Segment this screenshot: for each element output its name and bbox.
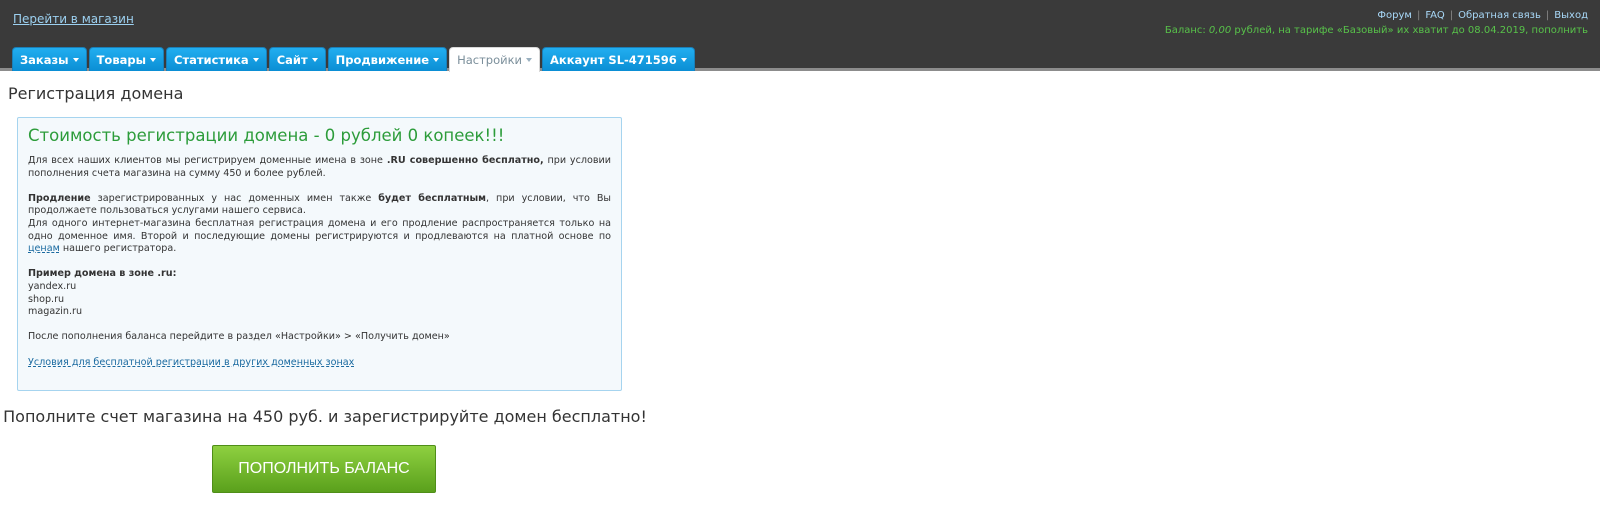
top-up-balance-button[interactable]: ПОПОЛНИТЬ БАЛАНС (212, 445, 436, 493)
tab-label: Сайт (276, 52, 308, 67)
example-domain: magazin.ru (28, 306, 83, 318)
text-bold: : (172, 268, 177, 280)
balance-info[interactable]: Баланс: 0,00 рублей, на тарифе «Базовый»… (1165, 25, 1588, 36)
caret-down-icon (150, 57, 156, 62)
caret-down-icon (433, 57, 440, 62)
caret-down-icon (680, 57, 687, 62)
promo-text: Пополните счет магазина на 450 руб. и за… (3, 407, 647, 426)
balance-suffix: рублей, на тарифе «Базовый» их хватит до… (1231, 25, 1588, 36)
balance-prefix: Баланс: (1164, 25, 1209, 36)
tab-label: Статистика (174, 52, 249, 67)
text: нашего регистратора. (59, 243, 177, 255)
separator: | (1545, 10, 1550, 21)
tab-orders[interactable]: Заказы (12, 47, 87, 71)
forum-link[interactable]: Форум (1377, 10, 1412, 21)
example-domain: yandex.ru (28, 280, 77, 292)
faq-link[interactable]: FAQ (1425, 10, 1444, 21)
separator: | (1449, 10, 1454, 21)
prices-link[interactable]: ценам (28, 243, 60, 254)
tab-label: Продвижение (335, 52, 430, 67)
text: Для всех наших клиентов мы регистрируем … (28, 155, 387, 166)
after-topup-text: После пополнения баланса перейдите в раз… (28, 331, 450, 343)
tab-site[interactable]: Сайт (268, 47, 326, 71)
tab-products[interactable]: Товары (88, 47, 164, 71)
top-bar: Перейти в магазин Форум | FAQ | Обратная свя… (0, 0, 1600, 72)
caret-down-icon (72, 57, 79, 62)
tab-statistics[interactable]: Статистика (166, 47, 267, 71)
example-heading: Пример домена в зоне .ru: (28, 268, 611, 281)
top-links: Форум | FAQ | Обратная связь | Выход (1377, 10, 1588, 21)
text-bold: будет бесплатным (378, 192, 487, 204)
text: Для одного интернет-магазина бесплатная … (28, 217, 611, 242)
tab-account[interactable]: Аккаунт SL-471596 (542, 47, 695, 71)
conditions-link[interactable]: Условия для бесплатной регистрации в дру… (28, 357, 354, 368)
info-paragraph-one-domain: Для одного интернет-магазина бесплатная … (28, 218, 611, 256)
go-to-store-link[interactable]: Перейти в магазин (13, 12, 134, 26)
caret-down-icon (526, 58, 533, 62)
text-bold: Продление (28, 192, 91, 204)
domain-info-box: Стоимость регистрации домена - 0 рублей … (17, 117, 622, 391)
example-domain: shop.ru (28, 293, 65, 305)
feedback-link[interactable]: Обратная связь (1458, 10, 1541, 21)
info-title: Стоимость регистрации домена - 0 рублей … (28, 126, 505, 145)
tab-label: Товары (96, 52, 146, 67)
caret-down-icon (252, 57, 259, 62)
main-tabs: Заказы Товары Статистика Сайт Продвижени… (12, 47, 695, 72)
tab-promotion[interactable]: Продвижение (327, 47, 448, 71)
text-bold: .ru (157, 268, 173, 280)
balance-amount: 0,00 (1208, 25, 1232, 36)
info-paragraph-renewal: Продление зарегистрированных у нас домен… (28, 193, 611, 218)
separator: | (1416, 10, 1421, 21)
tab-settings[interactable]: Настройки (449, 47, 541, 72)
tab-label: Настройки (457, 53, 523, 67)
logout-link[interactable]: Выход (1554, 10, 1588, 21)
tab-label: Заказы (20, 52, 69, 67)
conditions-paragraph: Условия для бесплатной регистрации в дру… (28, 357, 611, 370)
text-bold: Пример домена в зоне (28, 268, 158, 280)
tab-label: Аккаунт SL-471596 (550, 52, 677, 67)
info-paragraph-free-registration: Для всех наших клиентов мы регистрируем … (28, 155, 611, 180)
page-title: Регистрация домена (8, 84, 184, 103)
text-bold: .RU совершенно бесплатно, (386, 155, 544, 166)
caret-down-icon (311, 57, 318, 62)
text: зарегистрированных у нас доменных имен т… (90, 192, 379, 204)
